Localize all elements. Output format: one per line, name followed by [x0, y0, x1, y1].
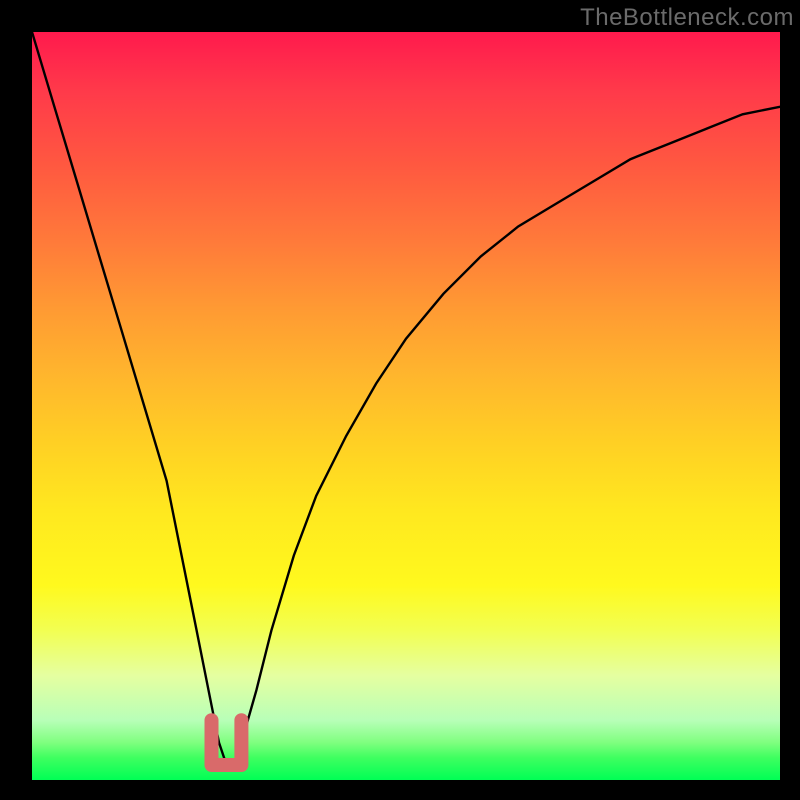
base-highlight-marker	[212, 720, 242, 765]
watermark-text: TheBottleneck.com	[580, 4, 794, 32]
chart-svg	[32, 32, 780, 780]
bottleneck-curve	[32, 32, 780, 765]
chart-area	[32, 32, 780, 780]
